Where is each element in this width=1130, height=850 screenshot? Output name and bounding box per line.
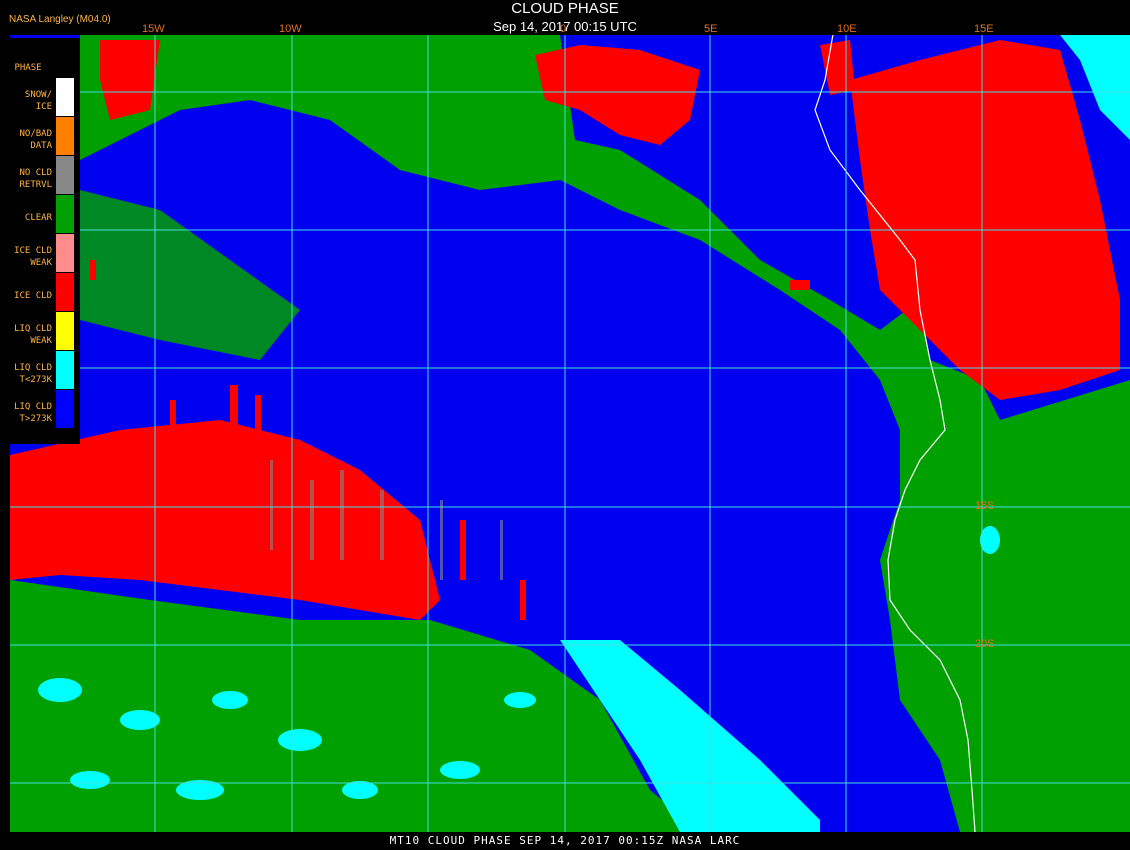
legend-item-label: CLEAR	[24, 213, 52, 223]
footer-caption: MT10 CLOUD PHASE SEP 14, 2017 00:15Z NAS…	[0, 832, 1130, 850]
legend-item-label: NO CLD RETRVL	[19, 168, 52, 190]
map-title: CLOUD PHASE	[511, 0, 619, 17]
legend-item-label: SNOW/ ICE	[24, 90, 52, 112]
lon-label: 5E	[704, 23, 718, 35]
lon-label: 15W	[142, 23, 165, 35]
lon-label: 0	[560, 23, 567, 35]
legend-item-label: LIQ CLD T>273K	[14, 402, 52, 424]
legend-item: LIQ CLD T<273K	[0, 351, 80, 389]
legend-item: ICE CLD WEAK	[0, 234, 80, 272]
lat-label: 20S	[975, 638, 995, 650]
legend-swatch	[56, 312, 74, 350]
legend-item: LIQ CLD T>273K	[0, 390, 80, 428]
legend-item-label: LIQ CLD WEAK	[14, 324, 52, 346]
legend-item-label: LIQ CLD T<273K	[14, 363, 52, 385]
lat-label: 15S	[975, 500, 995, 512]
legend-title: PHASE	[14, 63, 42, 73]
legend-swatch	[56, 234, 74, 272]
legend-swatch	[56, 78, 74, 116]
phase-legend: PHASE SNOW/ ICE NO/BAD DATA NO CLD RETRVL C…	[0, 38, 80, 444]
legend-swatch	[56, 117, 74, 155]
producer-label: NASA Langley (M04.0)	[9, 14, 111, 25]
legend-swatch	[56, 156, 74, 194]
legend-item-label: ICE CLD	[14, 291, 52, 301]
legend-item: NO/BAD DATA	[0, 117, 80, 155]
legend-swatch	[56, 273, 74, 311]
legend-item: CLEAR	[0, 195, 80, 233]
legend-item-label: NO/BAD DATA	[19, 129, 52, 151]
lon-label: 10W	[279, 23, 302, 35]
legend-item: LIQ CLD WEAK	[0, 312, 80, 350]
legend-swatch	[56, 195, 74, 233]
cloud-phase-map	[0, 0, 1130, 850]
legend-item: ICE CLD	[0, 273, 80, 311]
legend-item-label: ICE CLD WEAK	[14, 246, 52, 268]
legend-swatch	[56, 351, 74, 389]
lon-label: 10E	[837, 23, 857, 35]
legend-item: SNOW/ ICE	[0, 78, 80, 116]
legend-swatch	[56, 390, 74, 428]
lon-label: 15E	[974, 23, 994, 35]
legend-item: NO CLD RETRVL	[0, 156, 80, 194]
